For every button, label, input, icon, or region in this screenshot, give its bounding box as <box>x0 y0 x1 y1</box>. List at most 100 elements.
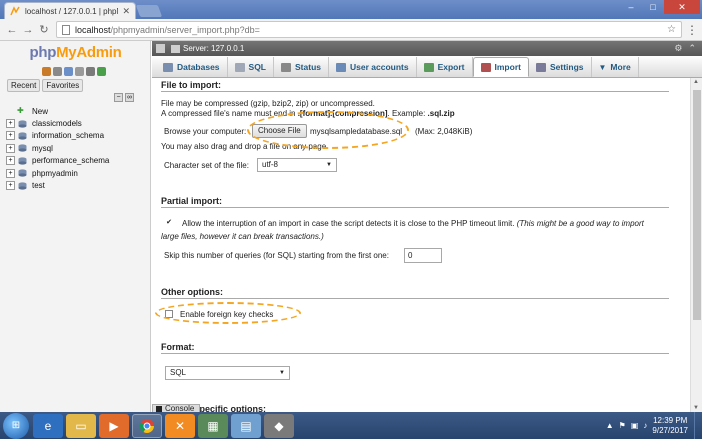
compression-note: File may be compressed (gzip, bzip2, zip… <box>161 99 375 108</box>
collapse-top-icon[interactable]: ⌃ <box>688 43 696 54</box>
url-input[interactable]: localhost/phpmyadmin/server_import.php?d… <box>56 21 682 38</box>
tab-label: Databases <box>177 62 220 72</box>
tab-import[interactable]: Import <box>472 57 529 77</box>
workbench-icon[interactable]: ◆ <box>264 413 294 438</box>
bookmark-star-icon[interactable]: ☆ <box>667 24 676 35</box>
tab-label: User accounts <box>350 62 409 72</box>
media-player-icon[interactable]: ▶ <box>99 413 129 438</box>
gear-icon[interactable] <box>86 67 95 76</box>
tree-item-label: performance_schema <box>32 156 110 166</box>
internet-explorer-icon[interactable]: e <box>33 413 63 438</box>
allow-interrupt-note-continued: large files, however it can break transa… <box>161 232 324 241</box>
chevron-down-icon: ▼ <box>598 62 607 72</box>
server-icon <box>171 44 180 53</box>
note-text: . Example: <box>387 109 428 118</box>
refresh-icon[interactable] <box>97 67 106 76</box>
skip-queries-input[interactable]: 0 <box>404 248 442 263</box>
sql-icon <box>234 62 245 72</box>
clock[interactable]: 12:39 PM 9/27/2017 <box>652 416 688 436</box>
charset-select[interactable]: utf-8 ▼ <box>257 158 337 172</box>
browser-tab-title: localhost / 127.0.0.1 | phpM <box>25 6 119 16</box>
info-icon[interactable] <box>75 67 84 76</box>
logout-icon[interactable] <box>53 67 62 76</box>
tab-databases[interactable]: Databases <box>156 57 228 77</box>
expand-icon[interactable]: + <box>6 131 15 141</box>
allow-interrupt-checkbox[interactable]: ✔ <box>165 219 173 228</box>
logo-my: My <box>56 44 77 61</box>
forward-arrow-icon[interactable]: → <box>20 24 36 36</box>
home-icon[interactable] <box>42 67 51 76</box>
tab-status[interactable]: Status <box>274 57 329 77</box>
expand-icon[interactable]: + <box>6 156 15 166</box>
close-tab-icon[interactable]: ✕ <box>122 6 130 17</box>
browser-menu-icon[interactable]: ⋮ <box>686 23 698 37</box>
tree-item-new[interactable]: ✚ New <box>6 105 146 117</box>
windows-taskbar: ⊞ e ▭ ▶ ✕ ▦ ▤ ◆ ▲ ⚑ ▣ ♪ 12:39 PM 9/27/20… <box>0 412 702 439</box>
notepad-icon[interactable]: ▤ <box>231 413 261 438</box>
tab-sql[interactable]: SQL <box>228 57 275 77</box>
url-host: localhost <box>75 24 111 35</box>
database-tree: ✚ New + classicmodels + information_sche… <box>6 105 146 192</box>
tray-expand-icon[interactable]: ▲ <box>606 421 614 430</box>
tree-item-database[interactable]: + performance_schema <box>6 155 146 167</box>
phpmyadmin-logo[interactable]: phpMyAdmin <box>0 44 151 61</box>
scroll-up-icon[interactable]: ▲ <box>693 79 699 85</box>
scrollbar-thumb[interactable] <box>693 90 701 320</box>
tree-item-database[interactable]: + information_schema <box>6 130 146 142</box>
chrome-icon[interactable] <box>132 413 162 438</box>
new-tab-button[interactable] <box>135 5 163 17</box>
collapse-all-icon[interactable]: − <box>114 93 123 102</box>
recent-tab[interactable]: Recent <box>7 79 41 92</box>
collapse-nav-icon[interactable] <box>156 44 165 53</box>
skip-queries-label: Skip this number of queries (for SQL) st… <box>164 251 389 260</box>
tab-label: Export <box>437 62 465 72</box>
gear-icon[interactable]: ⚙ <box>674 43 682 54</box>
format-select[interactable]: SQL ▼ <box>165 366 290 380</box>
import-form: File to import: File may be compressed (… <box>152 78 690 412</box>
back-arrow-icon[interactable]: ← <box>4 24 20 36</box>
highlight-annotation <box>247 111 409 149</box>
tree-item-database[interactable]: + test <box>6 179 146 191</box>
xampp-icon[interactable]: ✕ <box>165 413 195 438</box>
export-icon <box>423 62 434 72</box>
minimize-icon[interactable]: – <box>620 0 642 14</box>
close-window-icon[interactable]: ✕ <box>664 0 700 14</box>
database-icon <box>18 119 27 128</box>
tree-item-database[interactable]: + classicmodels <box>6 117 146 129</box>
expand-icon[interactable]: + <box>6 181 15 191</box>
link-icon[interactable]: ∞ <box>125 93 134 102</box>
server-breadcrumb[interactable]: Server: 127.0.0.1 <box>183 44 244 53</box>
volume-icon[interactable]: ♪ <box>643 421 647 430</box>
scroll-down-icon[interactable]: ▼ <box>693 405 699 411</box>
note-example: .sql.zip <box>427 109 455 118</box>
flag-icon[interactable]: ⚑ <box>619 421 626 430</box>
tree-item-database[interactable]: + phpmyadmin <box>6 167 146 179</box>
browser-tab[interactable]: localhost / 127.0.0.1 | phpM ✕ <box>4 2 136 19</box>
database-icon <box>18 181 27 190</box>
reload-icon[interactable]: ↻ <box>36 23 52 36</box>
tree-item-label: phpmyadmin <box>32 168 78 178</box>
network-app-icon[interactable]: ▦ <box>198 413 228 438</box>
expand-icon[interactable]: + <box>6 168 15 178</box>
recent-favorites-tabs: Recent Favorites <box>7 79 84 92</box>
docs-icon[interactable] <box>64 67 73 76</box>
phpmyadmin-favicon-icon <box>10 6 20 16</box>
file-explorer-icon[interactable]: ▭ <box>66 413 96 438</box>
tab-more[interactable]: ▼ More <box>592 57 639 77</box>
main-menu: Databases SQL Status User accounts Expor… <box>152 56 702 78</box>
favorites-tab[interactable]: Favorites <box>42 79 84 92</box>
charset-selected-value: utf-8 <box>262 160 279 169</box>
import-icon <box>480 62 491 72</box>
section-title-other-options: Other options: <box>161 287 223 297</box>
tree-item-database[interactable]: + mysql <box>6 142 146 154</box>
tab-user-accounts[interactable]: User accounts <box>329 57 417 77</box>
show-desktop-button[interactable] <box>694 412 702 439</box>
expand-icon[interactable]: + <box>6 119 15 129</box>
tab-settings[interactable]: Settings <box>529 57 592 77</box>
tab-export[interactable]: Export <box>417 57 473 77</box>
expand-icon[interactable]: + <box>6 143 15 153</box>
network-icon[interactable]: ▣ <box>631 421 639 430</box>
maximize-icon[interactable]: □ <box>642 0 664 14</box>
page-scrollbar[interactable]: ▲ ▼ <box>690 78 702 412</box>
start-button[interactable]: ⊞ <box>3 412 29 439</box>
